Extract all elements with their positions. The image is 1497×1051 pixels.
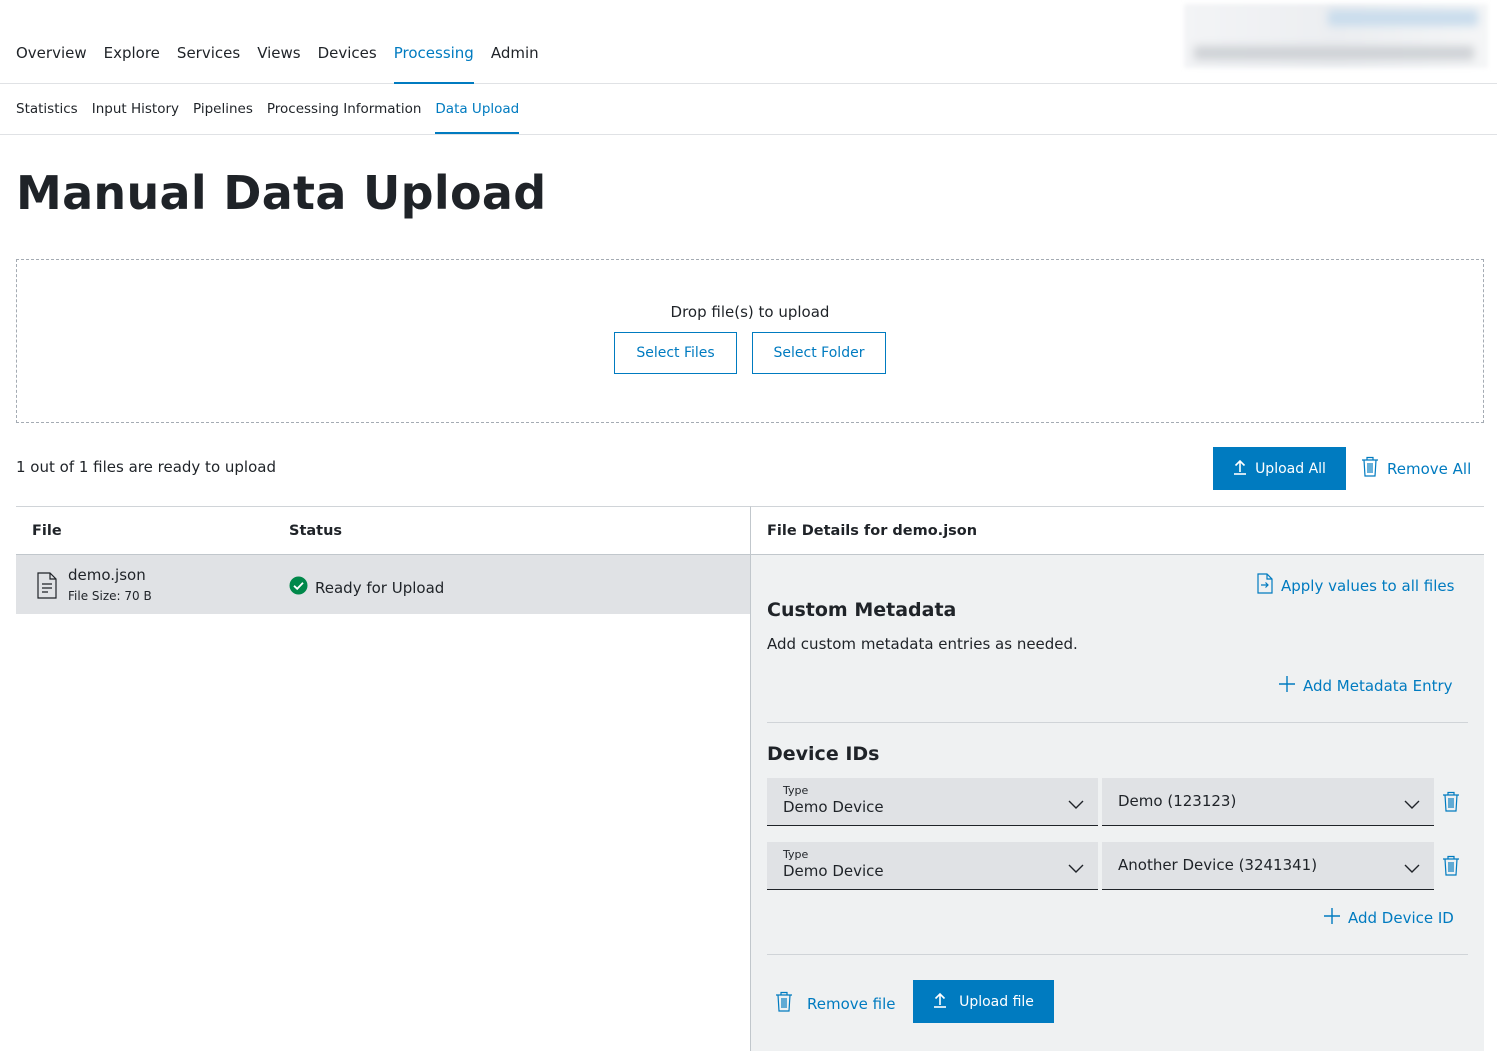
apply-file-icon xyxy=(1257,573,1273,598)
device-ids-title: Device IDs xyxy=(767,743,880,765)
table-header: File Status xyxy=(16,507,750,555)
details-body: Apply values to all files Custom Metadat… xyxy=(751,555,1484,1051)
upload-all-label: Upload All xyxy=(1255,460,1326,477)
table-row[interactable]: demo.json File Size: 70 B Ready for Uplo… xyxy=(16,555,750,614)
upload-icon xyxy=(1233,459,1247,479)
chevron-down-icon xyxy=(1404,795,1420,814)
select-files-button[interactable]: Select Files xyxy=(614,332,737,374)
file-details-panel: File Details for demo.json Apply values … xyxy=(750,506,1484,1051)
device-id-select[interactable]: Another Device (3241341) xyxy=(1102,842,1434,890)
chevron-down-icon xyxy=(1404,859,1420,878)
nav-tab-views[interactable]: Views xyxy=(257,44,300,84)
trash-icon[interactable] xyxy=(1442,791,1460,816)
file-icon xyxy=(37,572,57,603)
device-type-select[interactable]: Type Demo Device xyxy=(767,778,1098,826)
device-type-label: Type xyxy=(783,848,809,861)
remove-all-label: Remove All xyxy=(1387,459,1472,478)
add-metadata-entry-button[interactable]: Add Metadata Entry xyxy=(1279,676,1453,696)
file-status: Ready for Upload xyxy=(289,576,444,599)
remove-file-button[interactable]: Remove file xyxy=(775,991,895,1016)
trash-icon[interactable] xyxy=(1442,855,1460,880)
top-navigation: Overview Explore Services Views Devices … xyxy=(0,0,1497,84)
chevron-down-icon xyxy=(1068,795,1084,814)
nav-tab-explore[interactable]: Explore xyxy=(104,44,160,84)
subnav-tab-data-upload[interactable]: Data Upload xyxy=(435,101,519,134)
file-size: File Size: 70 B xyxy=(68,589,152,603)
column-header-file: File xyxy=(32,523,62,539)
add-device-id-button[interactable]: Add Device ID xyxy=(1324,908,1454,928)
remove-all-button[interactable]: Remove All xyxy=(1361,456,1471,481)
trash-icon xyxy=(775,991,793,1016)
subnav-tab-statistics[interactable]: Statistics xyxy=(16,101,78,134)
trash-icon xyxy=(1361,456,1379,481)
nav-tab-admin[interactable]: Admin xyxy=(491,44,539,84)
select-folder-button[interactable]: Select Folder xyxy=(752,332,886,374)
file-name: demo.json xyxy=(68,566,146,584)
blurred-user-info xyxy=(1184,4,1488,68)
chevron-down-icon xyxy=(1068,859,1084,878)
upload-file-label: Upload file xyxy=(959,993,1034,1010)
subnav-tab-pipelines[interactable]: Pipelines xyxy=(193,101,253,134)
apply-values-label: Apply values to all files xyxy=(1281,576,1455,595)
add-metadata-label: Add Metadata Entry xyxy=(1303,677,1453,695)
dropzone-text: Drop file(s) to upload xyxy=(670,303,830,321)
plus-icon xyxy=(1324,908,1340,928)
custom-metadata-hint: Add custom metadata entries as needed. xyxy=(767,635,1078,653)
page-title: Manual Data Upload xyxy=(16,166,547,220)
nav-tab-devices[interactable]: Devices xyxy=(318,44,377,84)
device-type-label: Type xyxy=(783,784,809,797)
column-header-status: Status xyxy=(289,523,343,539)
device-id-value: Demo (123123) xyxy=(1118,792,1237,810)
ready-count-text: 1 out of 1 files are ready to upload xyxy=(16,458,276,476)
status-text: Ready for Upload xyxy=(315,578,445,597)
section-divider xyxy=(767,722,1468,723)
subnav-tab-processing-information[interactable]: Processing Information xyxy=(267,101,422,134)
file-dropzone[interactable]: Drop file(s) to upload Select Files Sele… xyxy=(16,259,1484,423)
device-type-value: Demo Device xyxy=(783,862,884,880)
apply-values-all-button[interactable]: Apply values to all files xyxy=(1257,573,1454,598)
upload-file-button[interactable]: Upload file xyxy=(913,980,1054,1023)
remove-file-label: Remove file xyxy=(807,994,896,1013)
nav-tab-overview[interactable]: Overview xyxy=(16,44,87,84)
upload-all-button[interactable]: Upload All xyxy=(1213,447,1346,490)
section-divider xyxy=(767,954,1468,955)
add-device-id-label: Add Device ID xyxy=(1348,909,1454,927)
details-title: File Details for demo.json xyxy=(767,523,978,539)
device-id-value: Another Device (3241341) xyxy=(1118,856,1318,874)
nav-tab-processing[interactable]: Processing xyxy=(393,44,474,84)
subnav-tab-input-history[interactable]: Input History xyxy=(92,101,179,134)
upload-icon xyxy=(933,992,947,1012)
sub-navigation: Statistics Input History Pipelines Proce… xyxy=(0,84,1497,135)
device-id-select[interactable]: Demo (123123) xyxy=(1102,778,1434,826)
details-header: File Details for demo.json xyxy=(751,507,1484,555)
nav-tab-services[interactable]: Services xyxy=(177,44,240,84)
check-circle-icon xyxy=(289,576,308,599)
device-type-select[interactable]: Type Demo Device xyxy=(767,842,1098,890)
file-table: File Status demo.json File Size: 70 B Re… xyxy=(16,506,750,1051)
custom-metadata-title: Custom Metadata xyxy=(767,599,957,621)
device-type-value: Demo Device xyxy=(783,798,884,816)
plus-icon xyxy=(1279,676,1295,696)
